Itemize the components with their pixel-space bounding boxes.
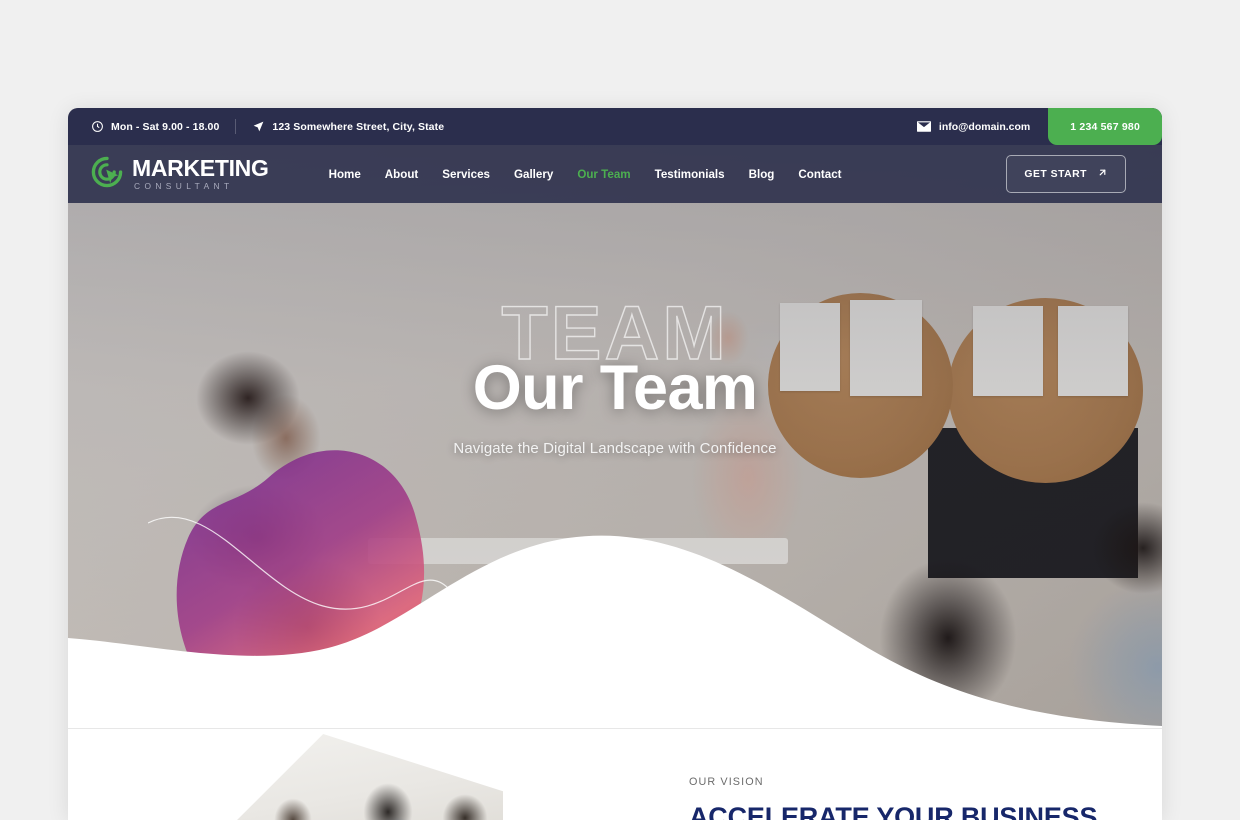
website-page: TEAM Our Team Navigate the Digital Lands…: [68, 108, 1162, 820]
business-address: 123 Somewhere Street, City, State: [252, 120, 444, 133]
site-logo[interactable]: MARKETING CONSULTANT: [68, 156, 269, 193]
nav-item-home[interactable]: Home: [329, 168, 361, 181]
nav-item-blog[interactable]: Blog: [749, 168, 775, 181]
clock-icon: [91, 120, 104, 133]
business-hours-text: Mon - Sat 9.00 - 18.00: [111, 120, 220, 133]
vision-eyebrow: OUR VISION: [689, 776, 764, 788]
nav-item-services[interactable]: Services: [442, 168, 490, 181]
target-cursor-icon: [91, 156, 123, 193]
nav-item-testimonials[interactable]: Testimonials: [655, 168, 725, 181]
business-address-text: 123 Somewhere Street, City, State: [272, 120, 445, 133]
envelope-icon: [916, 121, 931, 132]
phone-text: 1 234 567 980: [1070, 120, 1140, 133]
vision-text-block: OUR VISION ACCELERATE YOUR BUSINESS: [689, 776, 1097, 820]
vision-image: [213, 734, 503, 820]
logo-text: MARKETING CONSULTANT: [132, 155, 269, 192]
hero-outline-word: TEAM: [501, 291, 729, 376]
topbar-left-group: Mon - Sat 9.00 - 18.00 123 Somewhere Str…: [68, 119, 444, 134]
business-hours: Mon - Sat 9.00 - 18.00: [91, 120, 219, 133]
phone-button[interactable]: 1 234 567 980: [1048, 108, 1162, 145]
nav-item-our-team[interactable]: Our Team: [577, 168, 630, 181]
topbar-right-group: info@domain.com 1 234 567 980: [916, 108, 1162, 145]
vision-heading: ACCELERATE YOUR BUSINESS: [689, 802, 1098, 820]
email-text: info@domain.com: [938, 120, 1031, 133]
email-link[interactable]: info@domain.com: [916, 108, 1048, 145]
site-header: MARKETING CONSULTANT Home About Services…: [68, 145, 1162, 203]
nav-item-about[interactable]: About: [385, 168, 418, 181]
vision-section: OUR VISION ACCELERATE YOUR BUSINESS: [68, 728, 1162, 820]
topbar-separator: [235, 119, 237, 134]
screenshot-viewport: TEAM Our Team Navigate the Digital Lands…: [0, 0, 1240, 820]
section-divider: [68, 728, 1162, 729]
nav-item-gallery[interactable]: Gallery: [514, 168, 553, 181]
arrow-up-right-icon: [1097, 167, 1108, 181]
get-start-label: GET START: [1024, 168, 1087, 180]
hero-text-block: TEAM Our Team Navigate the Digital Lands…: [68, 291, 1162, 458]
hero-subtitle: Navigate the Digital Landscape with Conf…: [453, 440, 777, 458]
top-utility-bar: Mon - Sat 9.00 - 18.00 123 Somewhere Str…: [68, 108, 1162, 145]
main-navigation: Home About Services Gallery Our Team Tes…: [329, 168, 842, 181]
location-pin-icon: [252, 120, 265, 133]
get-start-button[interactable]: GET START: [1006, 155, 1126, 193]
logo-primary-text: MARKETING: [132, 155, 269, 182]
logo-secondary-text: CONSULTANT: [134, 181, 234, 192]
nav-item-contact[interactable]: Contact: [798, 168, 841, 181]
